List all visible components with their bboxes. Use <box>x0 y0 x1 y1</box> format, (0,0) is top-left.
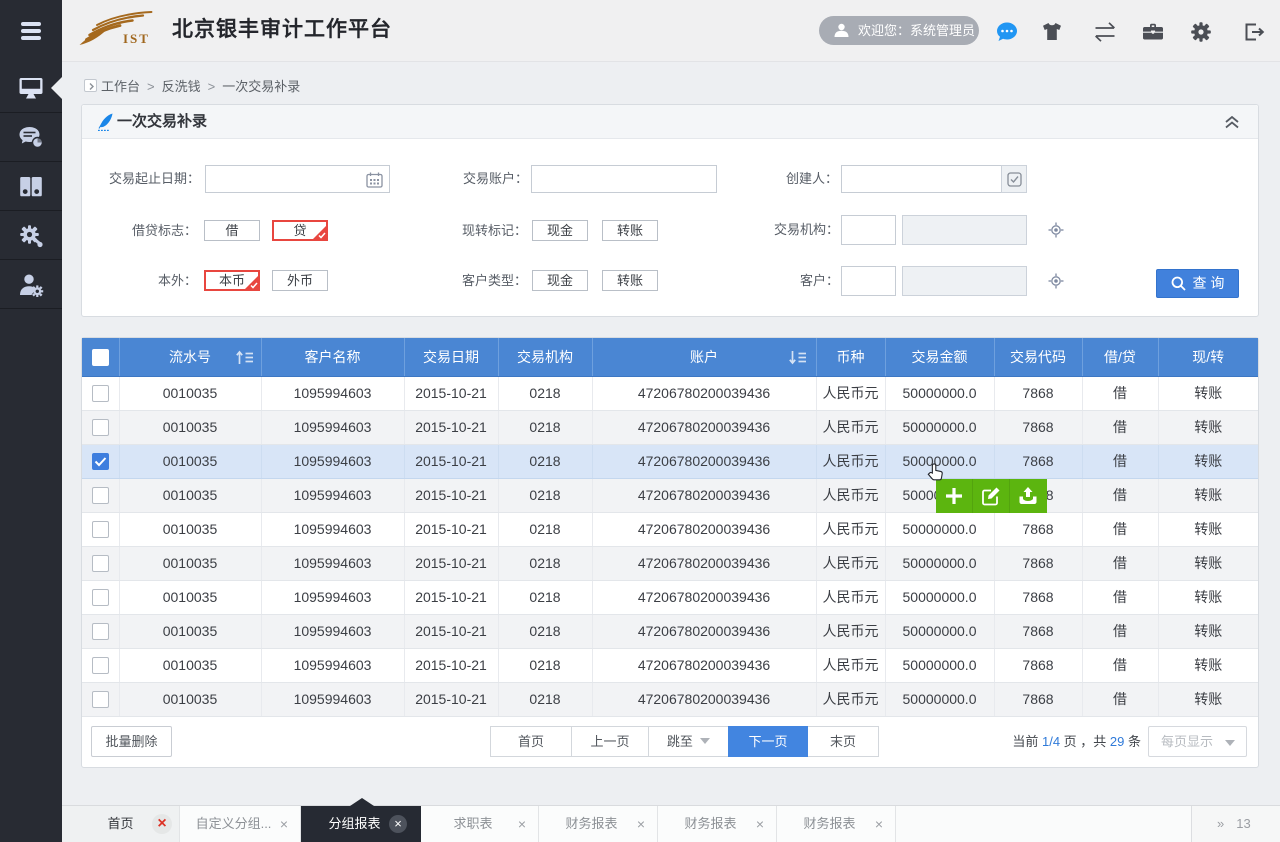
svg-text:IST: IST <box>123 31 150 46</box>
